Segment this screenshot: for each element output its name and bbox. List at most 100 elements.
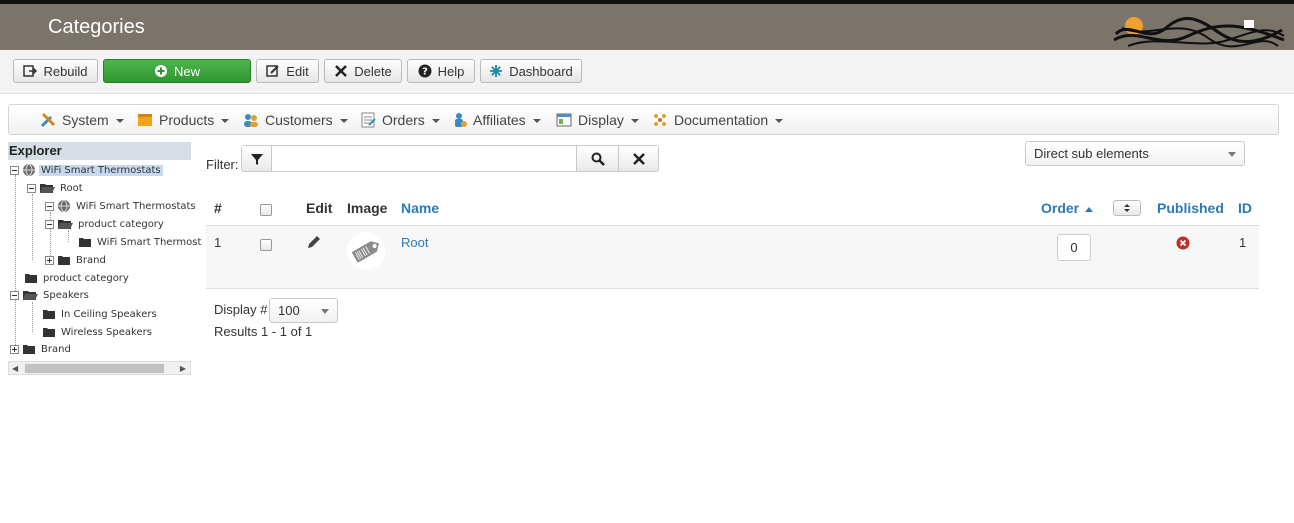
- scroll-left-icon[interactable]: ◀: [12, 364, 18, 373]
- menu-products-label: Products: [159, 112, 215, 128]
- menu-customers-label: Customers: [265, 112, 333, 128]
- menu-system-label: System: [62, 112, 109, 128]
- chevron-down-icon: [221, 119, 230, 123]
- tree-node-in-ceiling-speakers[interactable]: In Ceiling Speakers: [42, 307, 159, 321]
- menu-system[interactable]: System: [39, 111, 124, 129]
- dashboard-icon: [490, 65, 503, 77]
- scrollbar-thumb[interactable]: [25, 364, 164, 373]
- menu-orders[interactable]: Orders: [359, 111, 440, 129]
- tree-node-product-category-2[interactable]: product category: [24, 271, 131, 285]
- tree-node-root[interactable]: Root: [27, 181, 85, 195]
- collapse-icon[interactable]: [27, 183, 36, 193]
- chevron-down-icon: [532, 119, 541, 123]
- menu-documentation[interactable]: Documentation: [651, 111, 784, 129]
- filter-toggle-button[interactable]: [242, 146, 272, 171]
- expand-icon[interactable]: [45, 255, 54, 265]
- funnel-icon: [251, 153, 263, 165]
- chevron-down-icon: [321, 309, 329, 314]
- tree-node-product-category[interactable]: product category: [45, 217, 166, 231]
- header-name[interactable]: Name: [401, 200, 439, 216]
- table-row: 1 Root 0 1: [206, 226, 1259, 289]
- tree-node-thermostat-leaf[interactable]: WiFi Smart Thermost: [78, 235, 203, 249]
- clear-filter-button[interactable]: [618, 146, 658, 171]
- tree-node-speakers[interactable]: Speakers: [10, 288, 91, 302]
- header-order[interactable]: Order: [1041, 200, 1094, 216]
- explorer-panel: Explorer WiFi Smart Thermostats Root WiF…: [8, 142, 201, 377]
- close-icon: [335, 65, 348, 77]
- collapse-icon[interactable]: [45, 219, 54, 229]
- dashboard-button[interactable]: Dashboard: [480, 59, 582, 83]
- folder-icon: [23, 345, 35, 354]
- toolbar: Rebuild New Edit Delete ? Help Dashboard: [0, 50, 1294, 94]
- tree-node-label: product category: [43, 272, 129, 284]
- new-label: New: [173, 63, 200, 79]
- header-edit: Edit: [306, 200, 333, 216]
- help-label: Help: [437, 63, 465, 79]
- folder-icon: [58, 256, 70, 265]
- results-count: Results 1 - 1 of 1: [214, 324, 313, 339]
- collapse-icon[interactable]: [45, 201, 54, 211]
- rebuild-label: Rebuild: [43, 63, 88, 79]
- explorer-scrollbar[interactable]: ◀ ▶: [8, 361, 191, 375]
- edit-icon: [266, 65, 280, 77]
- help-button[interactable]: ? Help: [407, 59, 475, 83]
- menu-customers[interactable]: Customers: [242, 111, 348, 129]
- sort-ascending-icon: [1085, 206, 1094, 212]
- edit-label: Edit: [286, 63, 309, 79]
- unpublished-icon[interactable]: [1176, 236, 1190, 250]
- tree-node-label: Speakers: [43, 289, 89, 301]
- chevron-down-icon: [339, 119, 348, 123]
- collapse-icon[interactable]: [10, 290, 19, 300]
- plus-circle-icon: [154, 65, 167, 77]
- tree-node-brand[interactable]: Brand: [10, 342, 73, 356]
- menu-affiliates[interactable]: Affiliates: [450, 111, 541, 129]
- tree-node-wireless-speakers[interactable]: Wireless Speakers: [42, 325, 154, 339]
- tree-node-label: WiFi Smart Thermost: [97, 236, 202, 248]
- tree-node-root-store[interactable]: WiFi Smart Thermostats: [10, 163, 163, 177]
- menu-display[interactable]: Display: [555, 111, 639, 129]
- category-image: [347, 232, 385, 270]
- expand-icon[interactable]: [10, 344, 19, 354]
- products-box-icon: [138, 114, 152, 126]
- chevron-down-icon: [431, 119, 440, 123]
- menu-products[interactable]: Products: [136, 111, 230, 129]
- display-label: Display #: [214, 302, 268, 317]
- search-button[interactable]: [576, 146, 618, 171]
- row-num: 1: [214, 235, 222, 250]
- save-order-button[interactable]: [1113, 200, 1141, 216]
- rebuild-button[interactable]: Rebuild: [13, 59, 98, 83]
- brand-logo-icon: [1113, 17, 1285, 48]
- menu-orders-label: Orders: [382, 112, 425, 128]
- folder-icon: [25, 274, 37, 283]
- sort-icon: [1124, 204, 1130, 212]
- price-tag-icon: [351, 241, 379, 263]
- tree-node-label: Root: [60, 182, 83, 194]
- scope-select[interactable]: Direct sub elements: [1025, 141, 1245, 166]
- display-limit-value: 100: [278, 303, 300, 318]
- folder-open-icon: [23, 291, 38, 300]
- row-name-link[interactable]: Root: [401, 235, 428, 250]
- order-input[interactable]: 0: [1057, 234, 1091, 261]
- collapse-icon[interactable]: [10, 165, 19, 175]
- tree-node-brand-inner[interactable]: Brand: [45, 253, 108, 267]
- header-order-label: Order: [1041, 200, 1080, 216]
- header-id[interactable]: ID: [1238, 200, 1252, 216]
- new-button[interactable]: New: [103, 59, 251, 83]
- delete-button[interactable]: Delete: [324, 59, 402, 83]
- tree-node-thermostats[interactable]: WiFi Smart Thermostats: [45, 199, 198, 213]
- filter-input[interactable]: [271, 146, 576, 171]
- edit-button[interactable]: Edit: [256, 59, 319, 83]
- pencil-icon[interactable]: [306, 234, 322, 250]
- documentation-icon: [654, 114, 666, 126]
- tree-node-label: Brand: [41, 343, 71, 355]
- folder-open-icon: [58, 220, 73, 229]
- header-published[interactable]: Published: [1157, 200, 1224, 216]
- menu-documentation-label: Documentation: [674, 112, 769, 128]
- affiliates-icon: [455, 113, 467, 127]
- row-checkbox[interactable]: [260, 239, 272, 251]
- search-icon: [591, 152, 605, 166]
- display-limit-select[interactable]: 100: [269, 298, 338, 323]
- chevron-down-icon: [775, 119, 784, 123]
- select-all-checkbox[interactable]: [260, 204, 272, 216]
- scroll-right-icon[interactable]: ▶: [180, 364, 186, 373]
